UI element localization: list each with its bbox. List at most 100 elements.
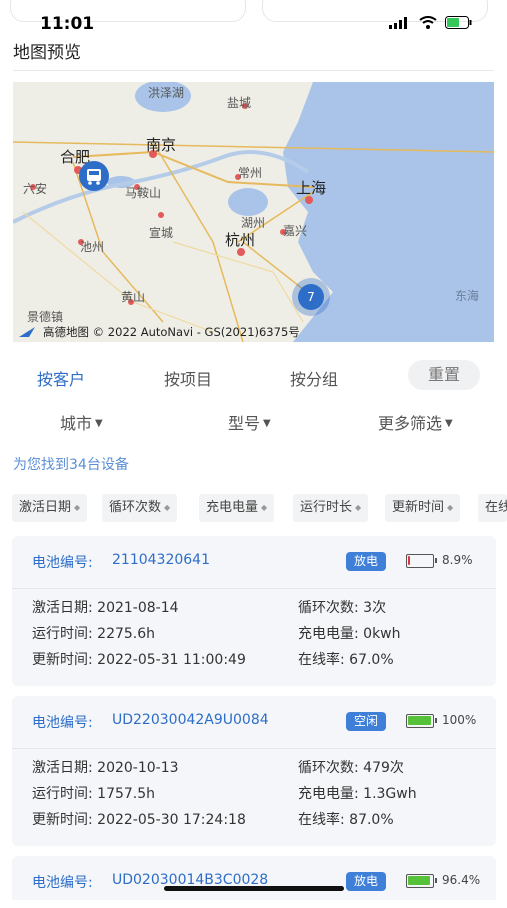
- map-label: 东海: [455, 289, 480, 303]
- field-value: 2022-05-31 11:00:49: [97, 652, 246, 668]
- tab-by-project[interactable]: 按项目: [164, 366, 212, 390]
- run-time-row: 运行时间: 1757.5h: [32, 783, 155, 803]
- result-count-text: 为您找到34台设备: [13, 457, 129, 473]
- sort-activation-date[interactable]: 激活日期 ◆: [12, 494, 88, 522]
- signal-icon: [389, 16, 407, 29]
- map-label: 常州: [238, 166, 263, 180]
- wifi-icon: [419, 16, 437, 29]
- field-value: 1.3Gwh: [363, 786, 417, 802]
- map-label: 六安: [23, 182, 48, 196]
- field-value: 1757.5h: [97, 786, 156, 802]
- field-label: 充电电量:: [298, 786, 359, 802]
- model-filter-label: 型号: [228, 414, 261, 433]
- sort-label: 运行时长: [300, 500, 353, 515]
- sort-update-time[interactable]: 更新时间 ◆: [385, 494, 461, 522]
- battery-status-icon: [445, 16, 472, 29]
- sort-label: 循环次数: [109, 500, 162, 515]
- sort-label: 更新时间: [392, 500, 445, 515]
- reset-button[interactable]: 重置: [408, 360, 480, 390]
- sort-cycle-count[interactable]: 循环次数 ◆: [102, 494, 178, 522]
- cycle-count-row: 循环次数: 3次: [298, 597, 386, 617]
- map-label: 池州: [80, 240, 105, 254]
- tab-by-group[interactable]: 按分组: [290, 366, 338, 390]
- battery-percent: 8.9%: [442, 553, 473, 567]
- battery-no-label: 电池编号:: [32, 875, 93, 891]
- amap-logo-icon: [19, 327, 35, 337]
- page-title: 地图预览: [13, 43, 81, 63]
- sort-charge-energy[interactable]: 充电电量 ◆: [199, 494, 275, 522]
- cycle-count-row: 循环次数: 479次: [298, 757, 404, 777]
- more-filters-dropdown[interactable]: 更多筛选 ▼: [378, 410, 453, 434]
- battery-fill: [408, 716, 431, 725]
- status-time: 11:01: [40, 14, 95, 34]
- model-filter-dropdown[interactable]: 型号 ▼: [228, 410, 271, 434]
- city-filter-label: 城市: [60, 414, 93, 433]
- device-marker[interactable]: [79, 161, 109, 191]
- battery-fill: [408, 556, 410, 565]
- battery-no-value: 21104320641: [112, 552, 210, 568]
- field-label: 循环次数:: [298, 760, 359, 776]
- battery-level-icon: [406, 554, 437, 568]
- divider: [12, 588, 496, 589]
- device-card[interactable]: 电池编号: 21104320641 放电 8.9% 激活日期: 2021-08-…: [12, 536, 496, 686]
- sort-arrows-icon: ◆: [164, 503, 171, 512]
- charge-energy-row: 充电电量: 0kwh: [298, 623, 401, 643]
- card-header: 电池编号: 21104320641 放电 8.9%: [12, 536, 496, 588]
- more-filters-label: 更多筛选: [378, 414, 443, 433]
- map-cluster-marker[interactable]: 7: [292, 278, 330, 316]
- card-header: 电池编号: UD22030042A9U0084 空闲 100%: [12, 696, 496, 748]
- field-value: 2020-10-13: [97, 760, 179, 776]
- field-value: 2021-08-14: [97, 600, 179, 616]
- battery-no-value: UD22030042A9U0084: [112, 712, 269, 728]
- sort-arrows-icon: ◆: [261, 503, 268, 512]
- battery-no-label: 电池编号:: [32, 715, 93, 731]
- battery-no-label: 电池编号:: [32, 555, 93, 571]
- field-value: 87.0%: [349, 812, 394, 828]
- map-view[interactable]: 洪泽湖 盐城 六安 马鞍山 常州 宣城 湖州 嘉兴 池州 黄山 景德镇 东海 合…: [13, 82, 494, 342]
- battery-fill: [408, 876, 430, 885]
- sort-online[interactable]: 在线: [478, 494, 507, 522]
- tab-by-customer[interactable]: 按客户: [37, 366, 85, 390]
- map-attribution: 高德地图 © 2022 AutoNavi - GS(2021)6375号: [43, 325, 300, 339]
- field-label: 运行时间:: [32, 786, 93, 802]
- field-value: 67.0%: [349, 652, 394, 668]
- status-icons: [389, 16, 473, 29]
- battery-percent: 100%: [442, 713, 477, 727]
- status-badge: 放电: [346, 552, 386, 571]
- field-label: 充电电量:: [298, 626, 359, 642]
- home-indicator: [164, 886, 344, 891]
- field-value: 479次: [363, 760, 404, 776]
- filter-bar: 城市 ▼ 型号 ▼ 更多筛选 ▼: [0, 410, 507, 434]
- caret-down-icon: ▼: [445, 418, 453, 429]
- online-rate-row: 在线率: 67.0%: [298, 649, 394, 669]
- map-city-label: 杭州: [225, 231, 256, 249]
- map-label: 黄山: [121, 290, 146, 304]
- field-label: 更新时间:: [32, 652, 93, 668]
- field-label: 激活日期:: [32, 760, 93, 776]
- device-card[interactable]: 电池编号: UD02030014B3C0028 放电 96.4%: [12, 856, 496, 900]
- map-label: 马鞍山: [125, 186, 162, 200]
- field-label: 在线率:: [298, 812, 345, 828]
- run-time-row: 运行时间: 2275.6h: [32, 623, 155, 643]
- sort-arrows-icon: ◆: [355, 503, 362, 512]
- online-rate-row: 在线率: 87.0%: [298, 809, 394, 829]
- device-card[interactable]: 电池编号: UD22030042A9U0084 空闲 100% 激活日期: 20…: [12, 696, 496, 846]
- cluster-count: 7: [298, 284, 324, 310]
- sort-arrows-icon: ◆: [447, 503, 454, 512]
- city-filter-dropdown[interactable]: 城市 ▼: [60, 410, 103, 434]
- sort-label: 在线: [485, 500, 507, 515]
- field-value: 2275.6h: [97, 626, 156, 642]
- sort-run-time[interactable]: 运行时长 ◆: [293, 494, 369, 522]
- status-badge: 空闲: [346, 712, 386, 731]
- update-time-row: 更新时间: 2022-05-30 17:24:18: [32, 809, 246, 829]
- divider: [13, 70, 494, 71]
- field-value: 0kwh: [363, 626, 401, 642]
- field-label: 运行时间:: [32, 626, 93, 642]
- battery-level-icon: [406, 714, 437, 728]
- status-bar: 11:01: [0, 0, 507, 40]
- field-value: 2022-05-30 17:24:18: [97, 812, 246, 828]
- sort-label: 激活日期: [19, 500, 72, 515]
- map-city-label: 上海: [296, 179, 327, 197]
- card-header: 电池编号: UD02030014B3C0028 放电 96.4%: [12, 856, 496, 908]
- bus-icon: [87, 169, 101, 185]
